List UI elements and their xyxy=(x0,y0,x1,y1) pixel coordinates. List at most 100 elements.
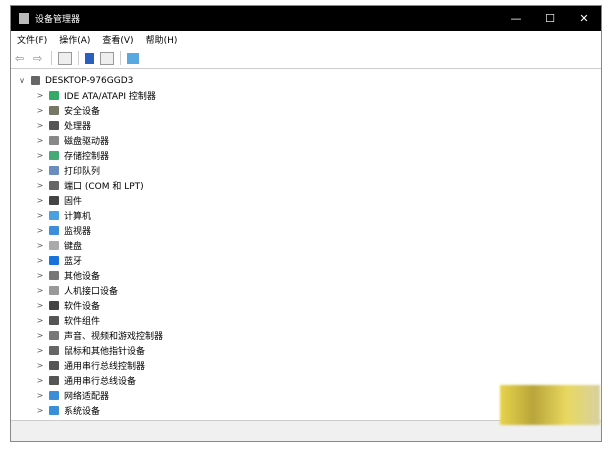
forward-icon[interactable]: ⇨ xyxy=(33,53,45,64)
device-category-icon xyxy=(49,226,59,235)
device-category-label: 磁盘驱动器 xyxy=(64,137,110,147)
chevron-down-icon[interactable]: ∨ xyxy=(16,76,28,85)
menu-help[interactable]: 帮助(H) xyxy=(146,33,178,46)
chevron-right-icon[interactable]: > xyxy=(34,331,46,340)
device-category-label: 其他设备 xyxy=(64,272,101,282)
device-category-icon xyxy=(49,136,59,145)
device-category[interactable]: > 人机接口设备 xyxy=(16,283,596,298)
device-category-label: 安全设备 xyxy=(64,107,101,117)
device-category-icon xyxy=(49,256,59,265)
device-category-label: 鼠标和其他指针设备 xyxy=(64,347,146,357)
device-category-icon xyxy=(49,346,59,355)
chevron-right-icon[interactable]: > xyxy=(34,301,46,310)
chevron-right-icon[interactable]: > xyxy=(34,151,46,160)
root-label: DESKTOP-976GGD3 xyxy=(45,75,134,86)
device-category[interactable]: > 键盘 xyxy=(16,238,596,253)
device-category[interactable]: > 通用串行总线控制器 xyxy=(16,358,596,373)
device-category-icon xyxy=(49,121,59,130)
device-category[interactable]: > 鼠标和其他指针设备 xyxy=(16,343,596,358)
device-manager-window: 设备管理器 — ☐ ✕ 文件(F) 操作(A) 查看(V) 帮助(H) ⇦ ⇨ … xyxy=(10,5,602,442)
device-category-label: 固件 xyxy=(64,197,83,207)
device-tree: ∨ DESKTOP-976GGD3 > IDE ATA/ATAPI 控制器 > 安全设… xyxy=(16,73,596,419)
view-icon[interactable] xyxy=(100,51,114,65)
chevron-right-icon[interactable]: > xyxy=(34,391,46,400)
chevron-right-icon[interactable]: > xyxy=(34,316,46,325)
device-category-label: 通用串行总线设备 xyxy=(64,377,137,387)
device-category[interactable]: > 安全设备 xyxy=(16,103,596,118)
device-category-label: 打印队列 xyxy=(64,167,101,177)
device-category-label: 处理器 xyxy=(64,122,92,132)
device-category-label: 键盘 xyxy=(64,242,83,252)
chevron-right-icon[interactable]: > xyxy=(34,121,46,130)
device-category-label: 人机接口设备 xyxy=(64,287,119,297)
menu-view[interactable]: 查看(V) xyxy=(102,33,133,46)
chevron-right-icon[interactable]: > xyxy=(34,286,46,295)
device-category-icon xyxy=(49,391,59,400)
device-category-label: 软件组件 xyxy=(64,317,101,327)
device-category[interactable]: > 固件 xyxy=(16,193,596,208)
device-category[interactable]: > 打印队列 xyxy=(16,163,596,178)
device-category[interactable]: > 处理器 xyxy=(16,118,596,133)
chevron-right-icon[interactable]: > xyxy=(34,406,46,415)
device-category-label: 计算机 xyxy=(64,212,92,222)
menu-bar: 文件(F) 操作(A) 查看(V) 帮助(H) xyxy=(11,31,601,48)
device-category[interactable]: > 端口 (COM 和 LPT) xyxy=(16,178,596,193)
device-category-icon xyxy=(49,316,59,325)
chevron-right-icon[interactable]: > xyxy=(34,226,46,235)
tree-root[interactable]: ∨ DESKTOP-976GGD3 xyxy=(16,73,596,88)
chevron-right-icon[interactable]: > xyxy=(34,136,46,145)
device-category-icon xyxy=(49,361,59,370)
device-category-icon xyxy=(49,406,59,415)
help-icon[interactable] xyxy=(85,52,94,64)
device-category-icon xyxy=(49,196,59,205)
chevron-right-icon[interactable]: > xyxy=(34,91,46,100)
toolbar: ⇦ ⇨ xyxy=(11,48,601,69)
chevron-right-icon[interactable]: > xyxy=(34,211,46,220)
chevron-right-icon[interactable]: > xyxy=(34,376,46,385)
device-category-icon xyxy=(49,241,59,250)
device-category[interactable]: > 存储控制器 xyxy=(16,148,596,163)
computer-icon xyxy=(31,76,40,85)
device-category-icon xyxy=(49,301,59,310)
device-category-label: 网络适配器 xyxy=(64,392,110,402)
device-category[interactable]: > 计算机 xyxy=(16,208,596,223)
device-category[interactable]: > 软件组件 xyxy=(16,313,596,328)
chevron-right-icon[interactable]: > xyxy=(34,241,46,250)
device-category-icon xyxy=(49,271,59,280)
device-category[interactable]: > IDE ATA/ATAPI 控制器 xyxy=(16,88,596,103)
chevron-right-icon[interactable]: > xyxy=(34,256,46,265)
chevron-right-icon[interactable]: > xyxy=(34,166,46,175)
monitor-icon[interactable] xyxy=(127,52,139,64)
close-button[interactable]: ✕ xyxy=(567,12,601,25)
chevron-right-icon[interactable]: > xyxy=(34,271,46,280)
maximize-button[interactable]: ☐ xyxy=(533,12,567,25)
device-category-label: 端口 (COM 和 LPT) xyxy=(64,182,144,192)
device-category-label: 蓝牙 xyxy=(64,257,83,267)
toolbar-separator xyxy=(120,51,121,65)
device-category[interactable]: > 其他设备 xyxy=(16,268,596,283)
device-category-label: 声音、视频和游戏控制器 xyxy=(64,332,164,342)
device-category-icon xyxy=(49,331,59,340)
device-category[interactable]: > 声音、视频和游戏控制器 xyxy=(16,328,596,343)
device-category-icon xyxy=(49,376,59,385)
chevron-right-icon[interactable]: > xyxy=(34,106,46,115)
window-title: 设备管理器 xyxy=(35,15,81,25)
chevron-right-icon[interactable]: > xyxy=(34,361,46,370)
device-category[interactable]: > 蓝牙 xyxy=(16,253,596,268)
chevron-right-icon[interactable]: > xyxy=(34,196,46,205)
device-manager-icon xyxy=(19,13,29,24)
minimize-button[interactable]: — xyxy=(499,12,533,25)
properties-icon[interactable] xyxy=(58,51,72,65)
device-category-label: IDE ATA/ATAPI 控制器 xyxy=(64,92,156,102)
chevron-right-icon[interactable]: > xyxy=(34,346,46,355)
title-bar: 设备管理器 — ☐ ✕ xyxy=(11,6,601,31)
chevron-right-icon[interactable]: > xyxy=(34,181,46,190)
menu-action[interactable]: 操作(A) xyxy=(59,33,90,46)
device-category[interactable]: > 软件设备 xyxy=(16,298,596,313)
device-category[interactable]: > 监视器 xyxy=(16,223,596,238)
device-category-icon xyxy=(49,211,59,220)
back-icon[interactable]: ⇦ xyxy=(15,53,27,64)
menu-file[interactable]: 文件(F) xyxy=(17,33,47,46)
device-category-icon xyxy=(49,106,59,115)
device-category[interactable]: > 磁盘驱动器 xyxy=(16,133,596,148)
